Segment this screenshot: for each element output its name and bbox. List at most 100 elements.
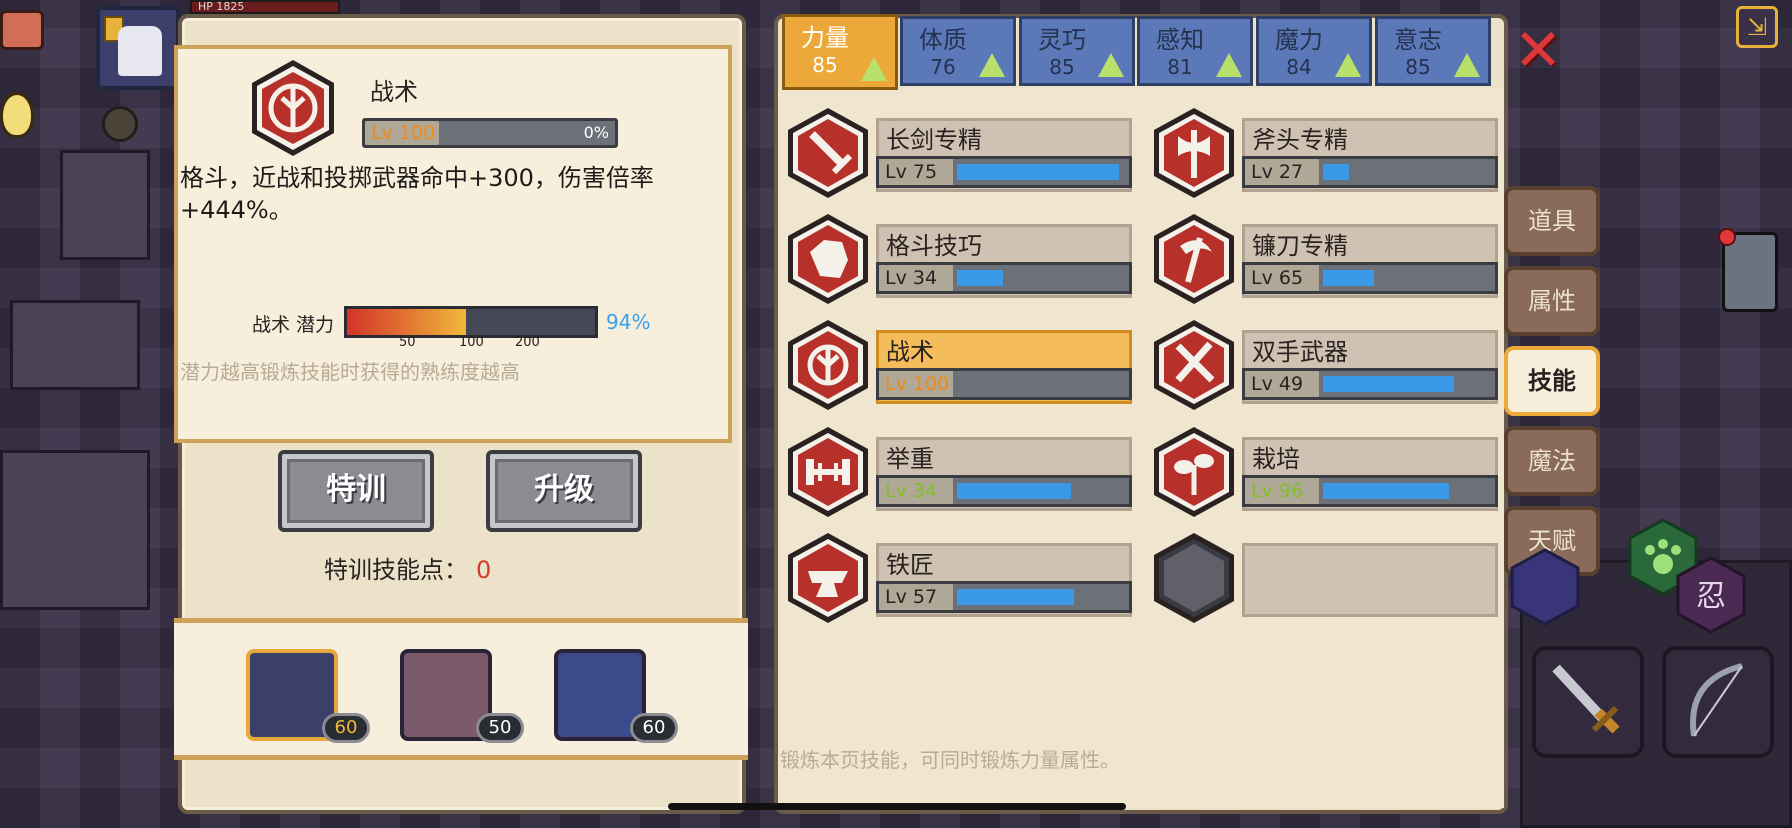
attribute-tab[interactable]: 力量 85: [782, 14, 898, 90]
home-indicator: [668, 803, 1126, 810]
skill-name: 斧头专精: [1252, 126, 1348, 154]
skill-name: 战术: [886, 338, 934, 366]
empty-skill-slot[interactable]: [1150, 533, 1500, 623]
train-points-value: 0: [476, 556, 492, 584]
character-level: 50: [476, 713, 524, 743]
close-button[interactable]: ✕: [1510, 21, 1566, 80]
skill-progress-fill: [1323, 376, 1454, 392]
sword-icon: [1552, 664, 1620, 734]
side-tab[interactable]: 魔法: [1504, 426, 1600, 496]
skill-row[interactable]: 战术 Lv 100: [784, 320, 1134, 410]
skill-progress-fill: [957, 164, 1119, 180]
skill-row[interactable]: 长剑专精 Lv 75: [784, 108, 1134, 198]
skill-progress-pct: 0%: [583, 123, 609, 142]
level-up-arrow-icon: [979, 53, 1005, 77]
bow-weapon-button[interactable]: [1662, 646, 1774, 758]
skill-name: 格斗技巧: [886, 232, 982, 260]
scythe-icon: [1154, 214, 1234, 304]
world-building: [0, 450, 150, 610]
side-tab[interactable]: 道具: [1504, 186, 1600, 256]
character-card[interactable]: 60: [246, 649, 370, 743]
skill-progress-fill: [1323, 483, 1449, 499]
sword-weapon-button[interactable]: [1532, 646, 1644, 758]
level-up-arrow-icon: [861, 57, 887, 81]
attribute-tab-name: 意志: [1394, 26, 1442, 54]
skill-level-bar: Lv 100: [876, 368, 1132, 400]
character-selector: 60 50 60: [174, 618, 748, 760]
train-points: 特训技能点： 0: [324, 550, 491, 585]
skill-progress-fill: [957, 270, 1003, 286]
skill-level: Lv 27: [1245, 159, 1319, 185]
skill-level-bar: Lv 75: [876, 156, 1132, 188]
attribute-tab-value: 85: [812, 53, 838, 77]
tactics-icon: [252, 60, 334, 156]
skill-row[interactable]: 镰刀专精 Lv 65: [1150, 214, 1500, 304]
skill-row[interactable]: 格斗技巧 Lv 34: [784, 214, 1134, 304]
skill-level: Lv 100: [879, 371, 953, 397]
character-level: 60: [322, 713, 370, 743]
skill-level: Lv 75: [879, 159, 953, 185]
skill-row[interactable]: 栽培 Lv 96: [1150, 427, 1500, 517]
world-building: [60, 150, 150, 260]
character-card[interactable]: 60: [554, 649, 678, 743]
empty-slot-icon: [1154, 533, 1234, 623]
skill-level: Lv 65: [1245, 265, 1319, 291]
skill-level: Lv 49: [1245, 371, 1319, 397]
level-up-arrow-icon: [1335, 53, 1361, 77]
ninja-icon[interactable]: 忍: [1676, 556, 1746, 634]
potential-bar: 50 100 200: [344, 306, 598, 350]
two-handed-icon: [1154, 320, 1234, 410]
attribute-tab[interactable]: 魔力 84: [1256, 16, 1372, 86]
potential-label: 战术 潜力: [252, 314, 335, 336]
skill-progress-fill: [957, 483, 1071, 499]
skill-level-bar: Lv 49: [1242, 368, 1498, 400]
tactics-icon: [788, 320, 868, 410]
exit-icon[interactable]: ⇲: [1736, 6, 1778, 48]
egg-icon[interactable]: [0, 92, 34, 138]
skill-row[interactable]: 斧头专精 Lv 27: [1150, 108, 1500, 198]
attribute-tab-name: 力量: [801, 24, 849, 52]
coin-icon[interactable]: [102, 106, 138, 142]
skill-name: 铁匠: [886, 551, 934, 579]
side-tab[interactable]: 属性: [1504, 266, 1600, 336]
attribute-tab-value: 84: [1286, 55, 1312, 79]
player-portrait[interactable]: [96, 6, 180, 90]
attribute-tab-name: 体质: [919, 26, 967, 54]
skill-name: 镰刀专精: [1252, 232, 1348, 260]
skill-level-bar: Lv 100 0%: [362, 118, 618, 148]
skill-level-bar: Lv 57: [876, 581, 1132, 613]
skill-row[interactable]: 铁匠 Lv 57: [784, 533, 1134, 623]
skill-level-bar: Lv 34: [876, 475, 1132, 507]
anvil-icon: [788, 533, 868, 623]
attribute-tab[interactable]: 感知 81: [1137, 16, 1253, 86]
fist-icon: [788, 214, 868, 304]
plant-icon: [1154, 427, 1234, 517]
skill-plate: [1242, 543, 1498, 617]
skill-description: 格斗，近战和投掷武器命中+300，伤害倍率+444%。: [180, 164, 654, 224]
cube-icon[interactable]: [0, 10, 44, 50]
attribute-tab[interactable]: 体质 76: [900, 16, 1016, 86]
skill-level-bar: Lv 27: [1242, 156, 1498, 188]
skill-row[interactable]: 举重 Lv 34: [784, 427, 1134, 517]
skill-row[interactable]: 双手武器 Lv 49: [1150, 320, 1500, 410]
skill-name: 举重: [886, 445, 934, 473]
attribute-tab[interactable]: 灵巧 85: [1019, 16, 1135, 86]
axe-icon: [1154, 108, 1234, 198]
bow-icon: [1690, 663, 1743, 737]
attribute-tab-name: 魔力: [1275, 26, 1323, 54]
skill-level-label: Lv 100: [365, 121, 439, 145]
train-button[interactable]: 特训: [278, 450, 434, 532]
character-card[interactable]: 50: [400, 649, 524, 743]
skill-level-bar: Lv 96: [1242, 475, 1498, 507]
skill-progress-fill: [1323, 164, 1349, 180]
level-up-arrow-icon: [1454, 53, 1480, 77]
star-skill-icon[interactable]: [1510, 548, 1580, 626]
attribute-tab[interactable]: 意志 85: [1375, 16, 1491, 86]
level-up-arrow-icon: [1216, 53, 1242, 77]
attribute-tab-value: 76: [930, 55, 956, 79]
side-tab[interactable]: 技能: [1504, 346, 1600, 416]
skill-level: Lv 34: [879, 265, 953, 291]
sword-icon: [788, 108, 868, 198]
attribute-tab-value: 85: [1405, 55, 1431, 79]
upgrade-button[interactable]: 升级: [486, 450, 642, 532]
